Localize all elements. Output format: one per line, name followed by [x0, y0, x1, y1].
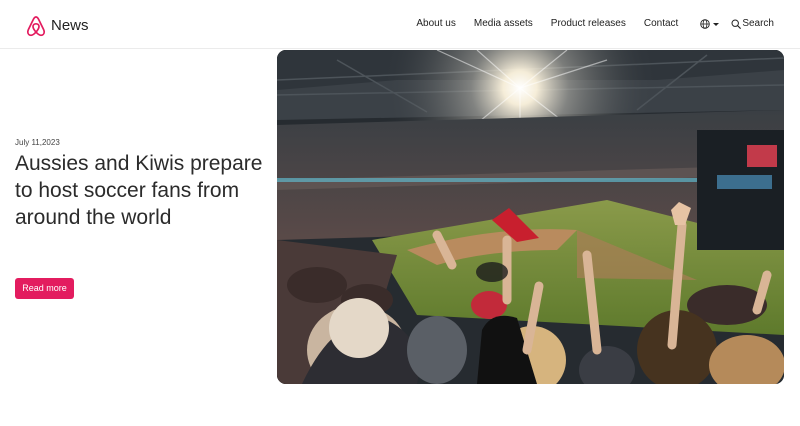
hero-image	[277, 50, 784, 384]
search-button[interactable]: Search	[731, 15, 774, 33]
main-nav: About us Media assets Product releases C…	[416, 15, 774, 33]
airbnb-logo-icon	[26, 16, 46, 37]
article-headline: Aussies and Kiwis prepare to host soccer…	[15, 152, 263, 229]
search-icon	[731, 19, 742, 29]
nav-contact[interactable]: Contact	[644, 15, 678, 33]
read-more-button[interactable]: Read more	[15, 278, 74, 299]
nav-product-releases[interactable]: Product releases	[551, 15, 626, 33]
stadium-crowd-image	[277, 50, 784, 384]
nav-media-assets[interactable]: Media assets	[474, 15, 533, 33]
language-selector[interactable]	[700, 19, 720, 29]
top-header: News About us Media assets Product relea…	[0, 0, 800, 49]
article-date: July 11,2023	[15, 138, 60, 147]
nav-about-us[interactable]: About us	[416, 15, 455, 33]
search-label: Search	[742, 18, 774, 29]
globe-icon	[700, 19, 711, 29]
brand-logo-link[interactable]: News	[26, 15, 89, 37]
hero-text: July 11,2023 Aussies and Kiwis prepare t…	[15, 138, 265, 231]
brand-name: News	[51, 17, 89, 34]
chevron-down-icon	[713, 22, 720, 26]
